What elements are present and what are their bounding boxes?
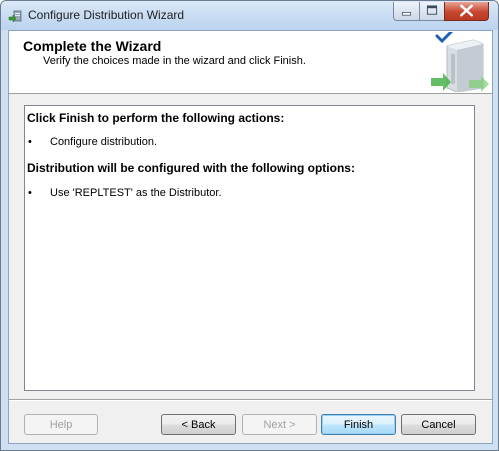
bullet-glyph: •: [28, 187, 32, 199]
divider: [9, 399, 492, 401]
maximize-icon: [426, 5, 438, 15]
wizard-window: Configure Distribution Wizard Complete t…: [0, 0, 499, 451]
close-button[interactable]: [444, 2, 489, 21]
wizard-client-area: Complete the Wizard Verify the choices m…: [8, 30, 493, 444]
wizard-app-icon: [8, 10, 22, 23]
cancel-button[interactable]: Cancel: [401, 414, 476, 435]
minimize-button[interactable]: [393, 2, 420, 21]
summary-panel: Click Finish to perform the following ac…: [24, 105, 475, 391]
wizard-header: Complete the Wizard Verify the choices m…: [9, 31, 492, 94]
minimize-icon: [401, 12, 412, 16]
option-item: Use 'REPLTEST' as the Distributor.: [50, 187, 222, 199]
maximize-button[interactable]: [419, 2, 445, 21]
back-button[interactable]: < Back: [161, 414, 236, 435]
page-title: Complete the Wizard: [23, 38, 162, 54]
bullet-glyph: •: [28, 136, 32, 148]
next-button[interactable]: Next >: [242, 414, 317, 435]
actions-heading: Click Finish to perform the following ac…: [27, 111, 285, 125]
close-icon: [460, 4, 473, 17]
help-button[interactable]: Help: [24, 414, 98, 435]
options-heading: Distribution will be configured with the…: [27, 161, 355, 175]
page-subtitle: Verify the choices made in the wizard an…: [43, 55, 306, 67]
title-bar[interactable]: Configure Distribution Wizard: [1, 1, 498, 30]
finish-button[interactable]: Finish: [321, 414, 396, 435]
window-title: Configure Distribution Wizard: [28, 8, 185, 22]
server-checkmark-icon: [431, 32, 489, 92]
action-item: Configure distribution.: [50, 136, 158, 148]
